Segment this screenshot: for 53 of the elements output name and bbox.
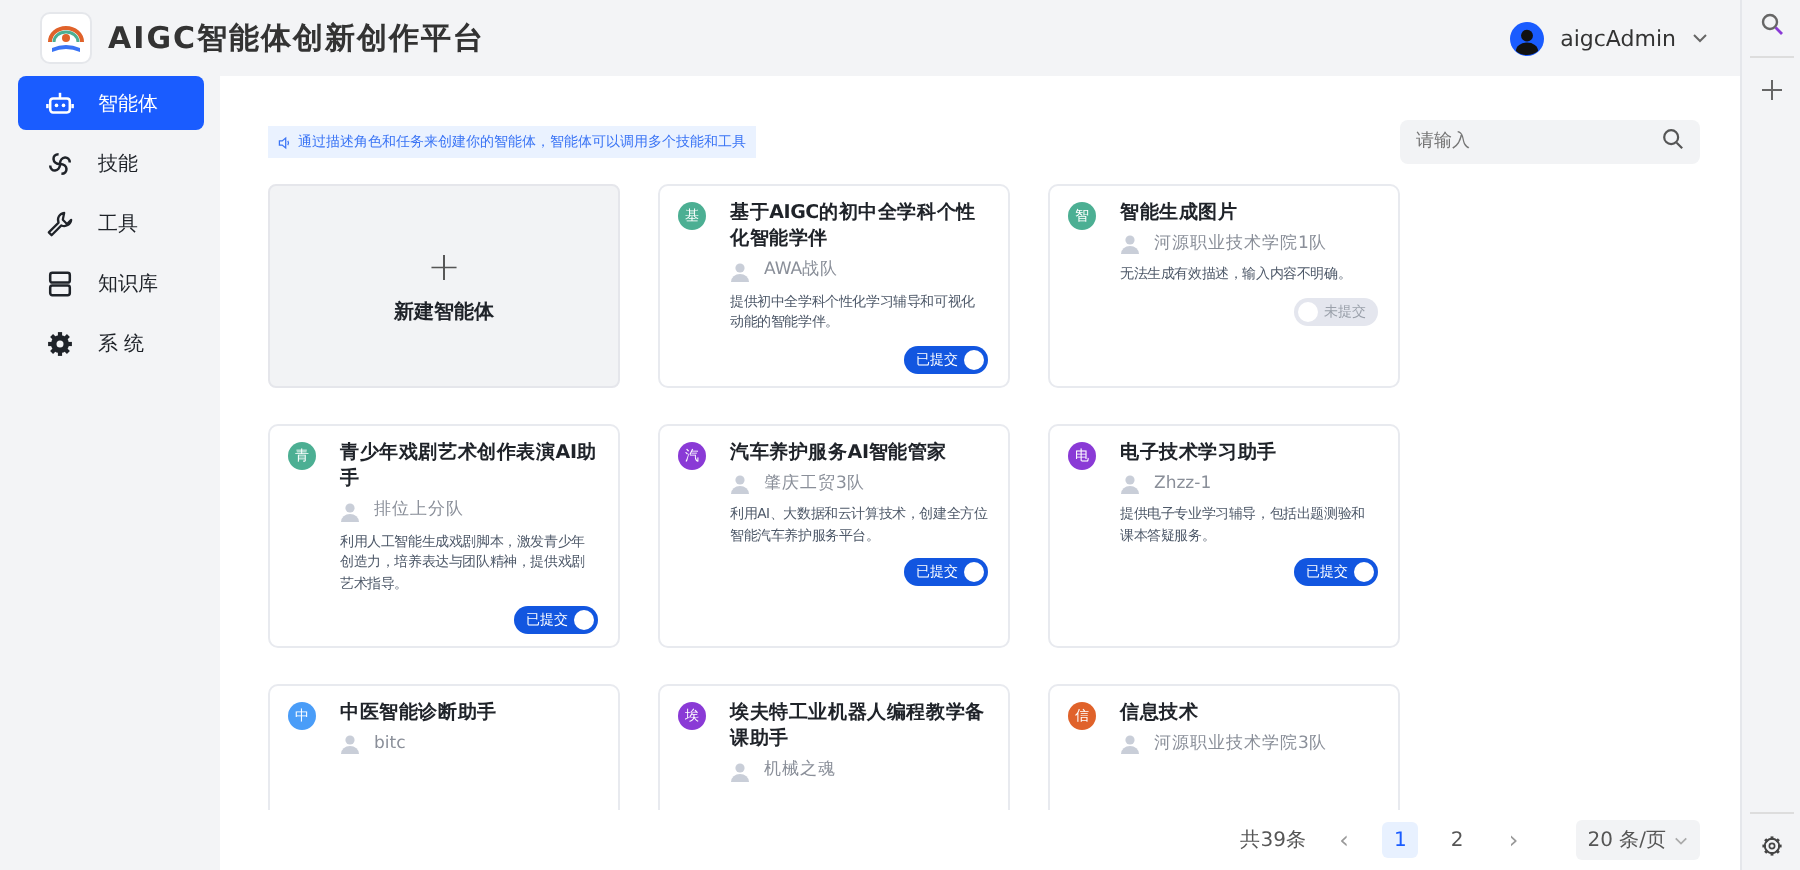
page-button[interactable]: 2 [1438, 822, 1476, 858]
page-size-select[interactable]: 20 条/页 [1575, 820, 1700, 860]
team-name: AWA战队 [764, 262, 839, 281]
sidebar-item[interactable]: 智能体 [18, 76, 204, 130]
person-icon [1120, 234, 1140, 255]
search-icon[interactable] [1662, 127, 1684, 149]
person-icon [730, 761, 750, 782]
settings-icon[interactable] [1759, 834, 1783, 858]
caret-icon[interactable] [1692, 30, 1708, 46]
sidebar-item[interactable]: 知识库 [18, 256, 204, 310]
new-agent-card[interactable]: + 新建智能体 [268, 184, 620, 388]
agent-title: 汽车养护服务AI智能管家 [730, 440, 949, 467]
new-agent-label: 新建智能体 [394, 298, 494, 326]
sidebar-item[interactable]: 系 统 [18, 316, 204, 370]
swirl-icon [46, 149, 74, 177]
sidebar-item[interactable]: 技能 [18, 136, 204, 190]
speaker-icon [278, 135, 292, 149]
agent-title: 信息技术 [1120, 700, 1201, 727]
team-name: 肇庆工贸3队 [764, 475, 865, 494]
storage-icon [46, 269, 74, 297]
plus-icon[interactable] [1759, 78, 1783, 102]
agent-title: 埃夫特工业机器人编程教学备课助手 [730, 700, 987, 754]
agent-title: 电子技术学习助手 [1120, 440, 1279, 467]
team-name: 排位上分队 [374, 502, 464, 521]
person-icon [1120, 474, 1140, 495]
plus-icon: + [427, 246, 461, 286]
agent-title: 青少年戏剧艺术创作表演AI助手 [340, 440, 598, 494]
agent-title: 智能生成图片 [1120, 200, 1240, 227]
page-button[interactable]: 1 [1381, 822, 1419, 858]
team-name: 河源职业技术学院1队 [1154, 235, 1327, 254]
wrench-icon [46, 209, 74, 237]
user-avatar[interactable] [1510, 21, 1545, 55]
search-field[interactable]: 请输入 [1400, 120, 1700, 164]
person-icon [1120, 734, 1140, 755]
robot-icon [46, 89, 74, 117]
person-icon [730, 474, 750, 495]
agent-title: 基于AIGC的初中全学科个性化智能学伴 [730, 200, 978, 254]
agent-title: 中医智能诊断助手 [340, 700, 499, 727]
person-icon [340, 501, 360, 522]
caret-icon [1674, 833, 1688, 847]
logo-icon [40, 12, 92, 64]
team-name: bitc [374, 736, 406, 754]
person-icon [730, 261, 750, 282]
total-count: 共39条 [1240, 827, 1306, 854]
team-name: Zhzz-1 [1154, 475, 1212, 494]
person-icon [340, 734, 360, 755]
gear-icon [46, 329, 74, 357]
username[interactable]: aigcAdmin [1560, 25, 1676, 51]
team-name: 机械之魂 [764, 762, 836, 781]
search-icon[interactable] [1759, 12, 1783, 36]
sidebar-item[interactable]: 工具 [18, 196, 204, 250]
team-name: 河源职业技术学院3队 [1154, 736, 1327, 754]
app-title: AIGC智能体创新创作平台 [108, 19, 486, 57]
